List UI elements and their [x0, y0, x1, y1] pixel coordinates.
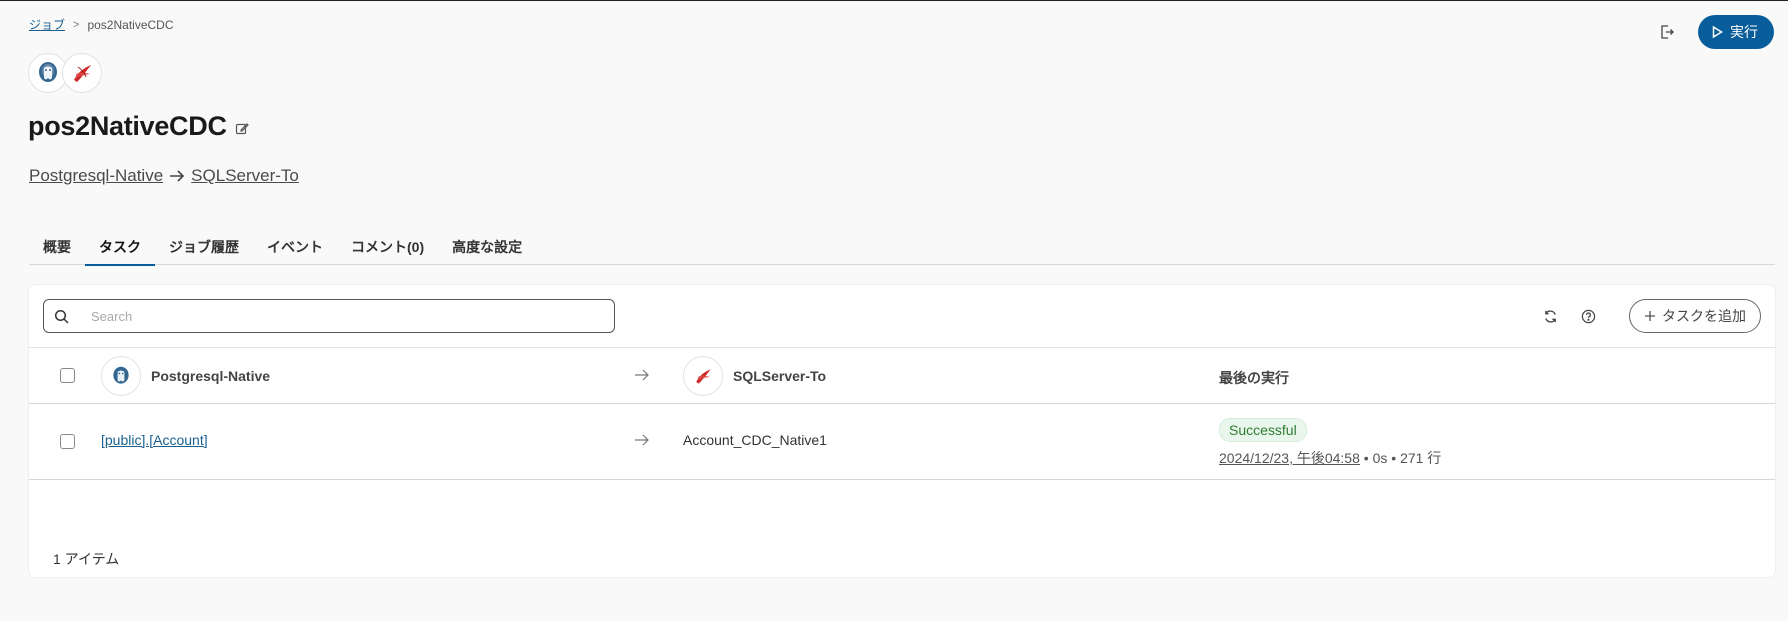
tab-job-history[interactable]: ジョブ履歴	[155, 229, 253, 265]
last-run-header: 最後の実行	[1219, 370, 1289, 386]
arrow-right-icon	[169, 169, 185, 183]
edit-icon[interactable]	[235, 122, 249, 136]
run-button-label: 実行	[1730, 24, 1758, 40]
postgresql-logo-icon	[101, 356, 141, 396]
breadcrumb-jobs-link[interactable]: ジョブ	[29, 16, 65, 33]
last-run-duration: 0s	[1372, 450, 1388, 466]
source-column-header: Postgresql-Native	[101, 356, 270, 396]
tab-overview[interactable]: 概要	[29, 229, 85, 265]
tasks-panel: タスクを追加 Postgresql-Native	[29, 285, 1775, 577]
breadcrumb-current: pos2NativeCDC	[87, 17, 174, 32]
job-route: Postgresql-Native SQLServer-To	[29, 166, 299, 186]
row-checkbox[interactable]	[60, 434, 75, 449]
source-connection-link[interactable]: Postgresql-Native	[29, 166, 163, 186]
tab-advanced-settings[interactable]: 高度な設定	[438, 229, 536, 265]
sqlserver-logo-icon	[62, 53, 102, 93]
row-target: Account_CDC_Native1	[683, 432, 827, 448]
tab-comments[interactable]: コメント(0)	[337, 229, 438, 265]
target-column-header: SQLServer-To	[683, 356, 826, 396]
item-count: 1 アイテム	[53, 551, 120, 567]
meta-dot: •	[1391, 450, 1401, 466]
arrow-right-icon	[634, 368, 650, 382]
row-last-run: Successful 2024/12/23, 午後04:58 • 0s • 27…	[1219, 418, 1441, 468]
select-all-checkbox[interactable]	[60, 368, 75, 383]
header-actions: 実行	[1652, 15, 1774, 49]
source-table-link[interactable]: [public].[Account]	[101, 432, 208, 448]
search-input[interactable]	[91, 308, 571, 324]
status-badge: Successful	[1219, 418, 1307, 442]
breadcrumb: ジョブ > pos2NativeCDC	[29, 16, 174, 33]
play-icon	[1710, 25, 1724, 39]
arrow-right-icon	[634, 433, 650, 447]
breadcrumb-separator: >	[73, 18, 80, 31]
row-source: [public].[Account]	[101, 432, 208, 448]
tab-bar: 概要 タスク ジョブ履歴 イベント コメント(0) 高度な設定	[29, 229, 1775, 266]
add-task-label: タスクを追加	[1662, 308, 1746, 324]
add-task-button[interactable]: タスクを追加	[1629, 299, 1761, 333]
target-table-name: Account_CDC_Native1	[683, 432, 827, 448]
meta-dot: •	[1363, 450, 1373, 466]
tab-events[interactable]: イベント	[253, 229, 337, 265]
target-connection-link[interactable]: SQLServer-To	[191, 166, 299, 186]
source-header-label: Postgresql-Native	[151, 368, 271, 384]
connector-logos	[28, 53, 102, 93]
table-header: Postgresql-Native SQLServer-To 最後の実行	[29, 347, 1775, 404]
refresh-icon[interactable]	[1535, 301, 1565, 331]
search-icon	[54, 309, 69, 324]
sqlserver-logo-icon	[683, 356, 723, 396]
run-button[interactable]: 実行	[1698, 15, 1774, 49]
target-header-label: SQLServer-To	[733, 368, 827, 384]
search-box	[43, 299, 615, 333]
last-run-timestamp-link[interactable]: 2024/12/23, 午後04:58	[1219, 450, 1360, 466]
help-icon[interactable]	[1573, 301, 1603, 331]
panel-actions: タスクを追加	[1535, 299, 1761, 333]
export-icon[interactable]	[1652, 17, 1682, 47]
last-run-meta: 2024/12/23, 午後04:58 • 0s • 271 行	[1219, 448, 1441, 468]
plus-icon	[1644, 310, 1656, 322]
tab-tasks[interactable]: タスク	[85, 229, 155, 266]
last-run-rows: 271 行	[1400, 450, 1442, 466]
page-title: pos2NativeCDC	[28, 111, 227, 141]
table-row: [public].[Account] Account_CDC_Native1 S…	[29, 404, 1775, 480]
page-title-row: pos2NativeCDC	[28, 111, 249, 142]
